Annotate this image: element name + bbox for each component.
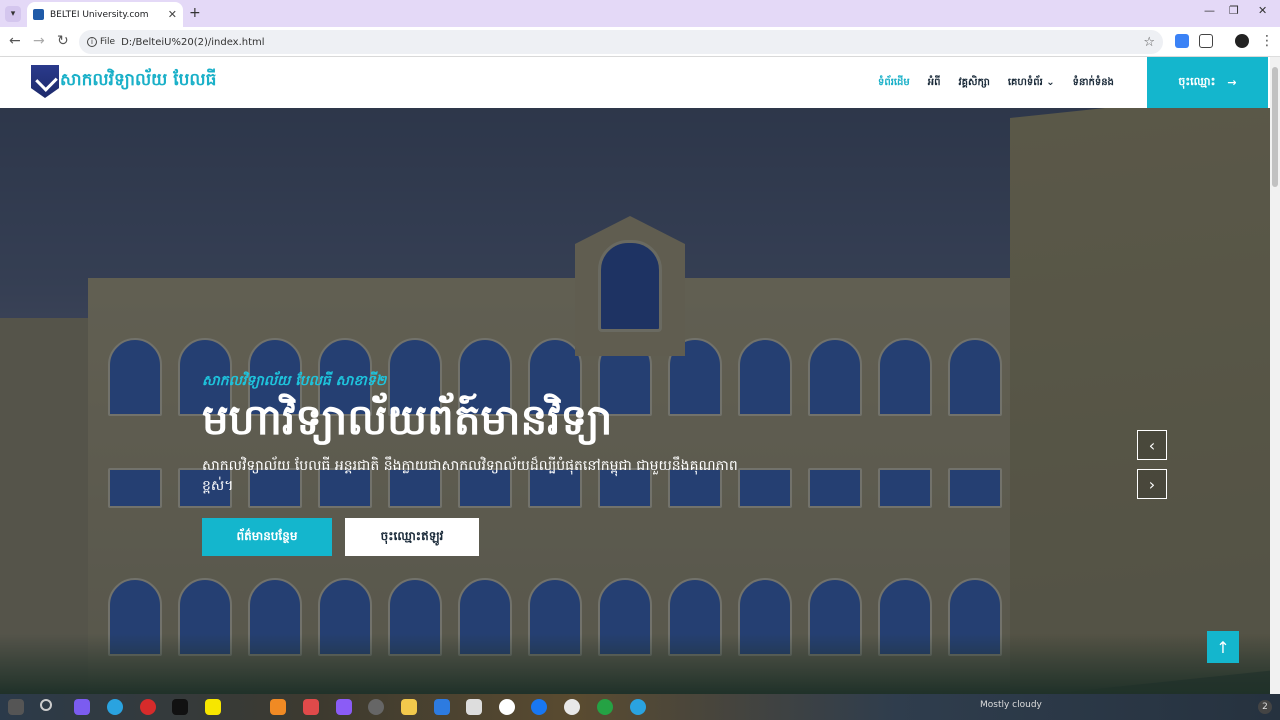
site-brand[interactable]: សាកលវិទ្យាល័យ បែលធី xyxy=(60,69,216,94)
opera-icon[interactable] xyxy=(140,699,156,715)
os-taskbar: Mostly cloudy 2 xyxy=(0,694,1280,720)
facebook-icon[interactable] xyxy=(531,699,547,715)
close-window-button[interactable]: ✕ xyxy=(1258,4,1267,17)
register-label: ចុះឈ្មោះ xyxy=(1178,74,1216,88)
snapchat-icon[interactable] xyxy=(205,699,221,715)
app-icon[interactable] xyxy=(499,699,515,715)
telegram-icon[interactable] xyxy=(107,699,123,715)
hero-description: សាកលវិទ្យាល័យ បែលធី អន្តរជាតិ នឹងក្លាយជា… xyxy=(202,458,738,494)
app-icon[interactable] xyxy=(303,699,319,715)
tab-title: BELTEI University.com xyxy=(50,9,149,20)
carousel-prev-button[interactable]: ‹ xyxy=(1137,430,1167,460)
hero-subtitle: សាកលវិទ្យាល័យ បែលធី សាខាទី២ xyxy=(202,373,387,389)
start-icon[interactable] xyxy=(8,699,24,715)
new-tab-button[interactable]: + xyxy=(189,5,201,21)
page-scrollbar[interactable] xyxy=(1270,57,1280,694)
chrome-icon[interactable] xyxy=(564,699,580,715)
reload-icon[interactable]: ↻ xyxy=(57,33,69,49)
forward-arrow-icon[interactable]: → xyxy=(33,33,45,49)
carousel-next-button[interactable]: › xyxy=(1137,469,1167,499)
notification-badge[interactable]: 2 xyxy=(1258,700,1272,714)
app-icon[interactable] xyxy=(270,699,286,715)
tab-close-icon[interactable]: ✕ xyxy=(168,8,177,21)
site-info-chip[interactable]: i File xyxy=(87,37,115,47)
restore-button[interactable]: ❐ xyxy=(1229,4,1239,17)
back-to-top-button[interactable]: ↑ xyxy=(1207,631,1239,663)
info-icon: i xyxy=(87,37,97,47)
weather-widget[interactable]: Mostly cloudy xyxy=(980,700,1042,710)
site-favicon-icon xyxy=(33,9,44,20)
extensions-puzzle-icon[interactable] xyxy=(1199,34,1213,48)
app-icon[interactable] xyxy=(368,699,384,715)
menu-kebab-icon[interactable]: ⋮ xyxy=(1260,33,1274,49)
browser-tab-bar: ▾ BELTEI University.com ✕ + — ❐ ✕ xyxy=(0,0,1280,27)
app-icon[interactable] xyxy=(466,699,482,715)
browser-tab[interactable]: BELTEI University.com ✕ xyxy=(27,2,183,27)
hero-section: សាកលវិទ្យាល័យ បែលធី សាខាទី២ មហាវិទ្យាល័យ… xyxy=(0,108,1270,694)
header-register-button[interactable]: ចុះឈ្មោះ → xyxy=(1147,57,1268,108)
main-nav: ទំព័រដើម អំពី វគ្គសិក្សា គេហទំព័រ ⌄ ទំនា… xyxy=(878,57,1114,108)
url-text[interactable]: D:/BelteiU%20(2)/index.html xyxy=(121,37,1137,48)
vscode-icon[interactable] xyxy=(434,699,450,715)
nav-home[interactable]: ទំព័រដើម xyxy=(878,75,910,90)
tiktok-icon[interactable] xyxy=(172,699,188,715)
scrollbar-thumb[interactable] xyxy=(1272,67,1278,187)
back-arrow-icon[interactable]: ← xyxy=(9,33,21,49)
site-info-label: File xyxy=(100,37,116,47)
tab-search-button[interactable]: ▾ xyxy=(5,6,21,22)
visual-studio-icon[interactable] xyxy=(336,699,352,715)
profile-avatar-icon[interactable] xyxy=(1235,34,1249,48)
telegram-icon[interactable] xyxy=(630,699,646,715)
file-explorer-icon[interactable] xyxy=(401,699,417,715)
extension-icon[interactable] xyxy=(1175,34,1189,48)
minimize-button[interactable]: — xyxy=(1204,4,1215,17)
search-icon[interactable] xyxy=(40,699,52,711)
nav-courses[interactable]: វគ្គសិក្សា xyxy=(958,75,989,90)
arrow-right-icon: → xyxy=(1227,76,1237,89)
university-logo-icon[interactable] xyxy=(31,65,59,98)
hero-overlay xyxy=(0,108,1270,694)
copilot-icon[interactable] xyxy=(74,699,90,715)
nav-about[interactable]: អំពី xyxy=(928,75,941,90)
address-bar[interactable]: i File D:/BelteiU%20(2)/index.html ☆ xyxy=(79,30,1163,54)
browser-toolbar: ← → ↻ i File D:/BelteiU%20(2)/index.html … xyxy=(0,27,1280,57)
app-icon[interactable] xyxy=(597,699,613,715)
hero-title: មហាវិទ្យាល័យព័ត៍មានវិទ្យា xyxy=(202,395,613,444)
bookmark-star-icon[interactable]: ☆ xyxy=(1143,35,1155,50)
nav-contact[interactable]: ទំនាក់ទំនង xyxy=(1073,75,1114,90)
nav-websites-dropdown[interactable]: គេហទំព័រ ⌄ xyxy=(1008,75,1055,90)
register-now-button[interactable]: ចុះឈ្មោះឥឡូវ xyxy=(345,518,479,556)
site-header: សាកលវិទ្យាល័យ បែលធី ទំព័រដើម អំពី វគ្គសិ… xyxy=(0,57,1270,108)
more-info-button[interactable]: ព័ត៌មានបន្ថែម xyxy=(202,518,332,556)
